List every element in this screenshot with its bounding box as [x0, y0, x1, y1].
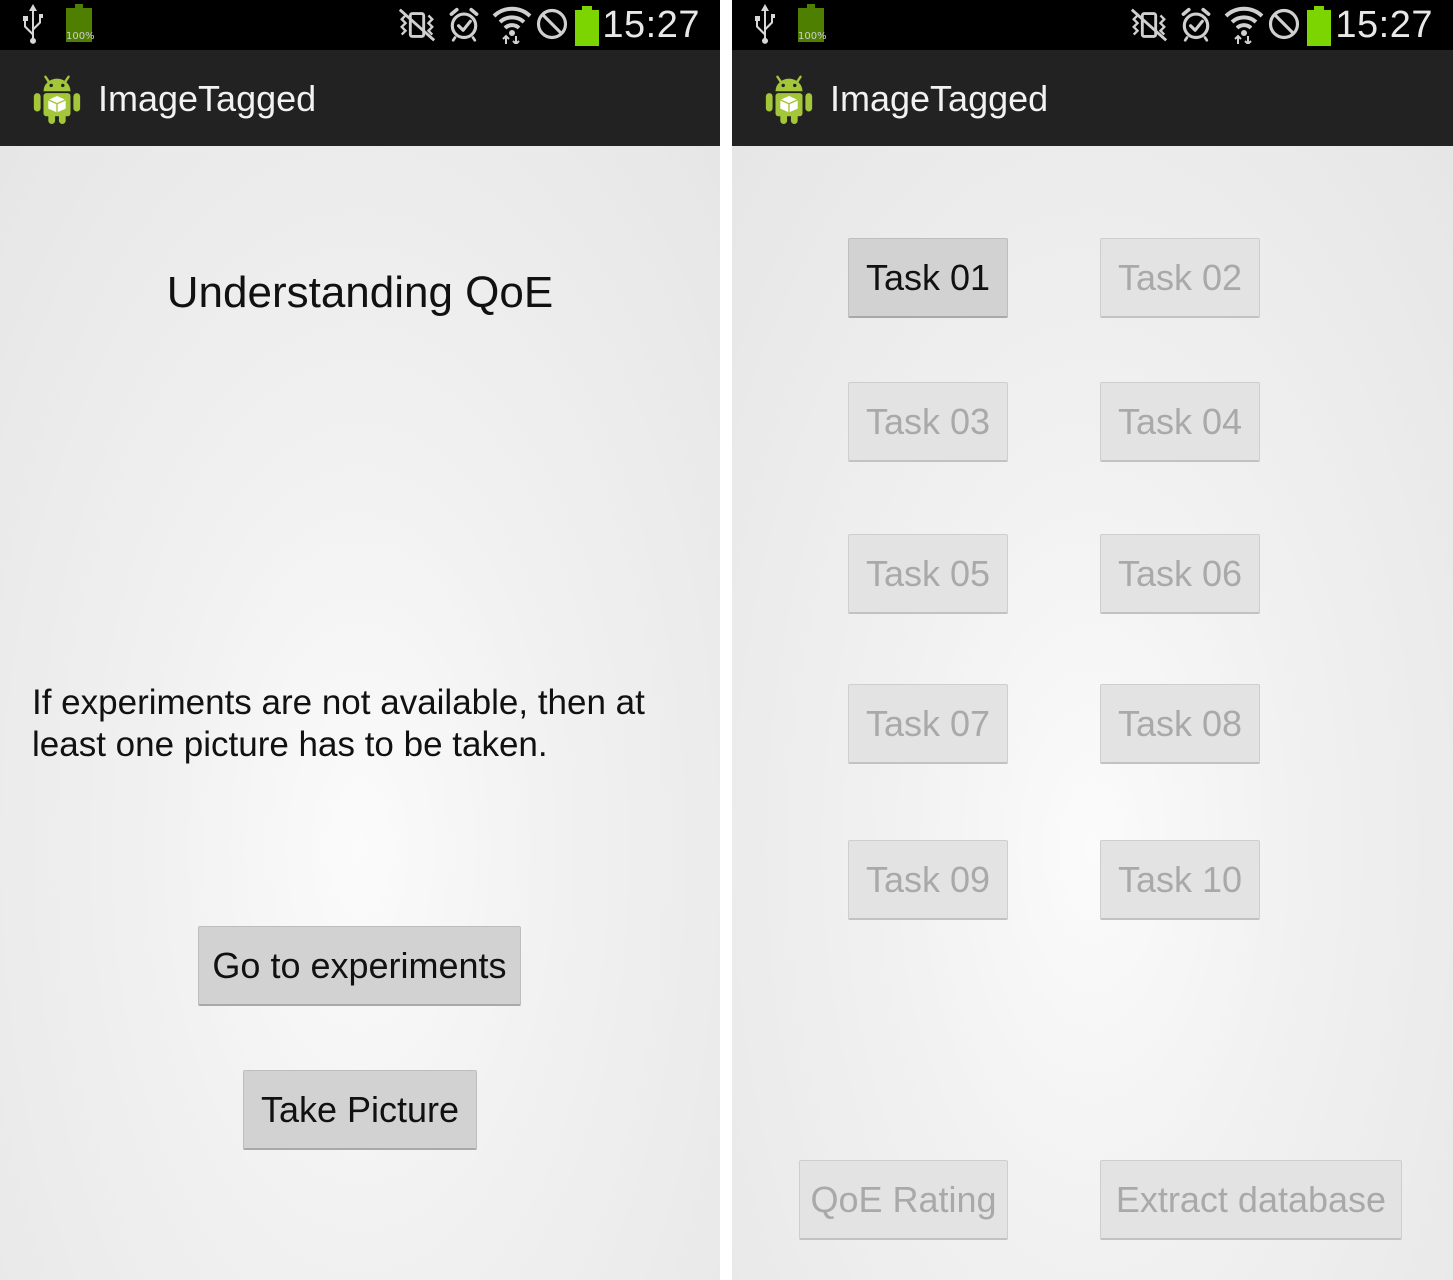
task-09-button[interactable]: Task 09 [848, 840, 1008, 920]
status-time: 15:27 [1335, 4, 1433, 46]
main-content: Understanding QoE If experiments are not… [0, 146, 720, 1280]
alarm-icon [446, 5, 482, 55]
task-10-button[interactable]: Task 10 [1100, 840, 1260, 920]
battery-charging-icon: 100% [64, 0, 95, 50]
task-03-button[interactable]: Task 03 [848, 382, 1008, 462]
main-content: Task 01 Task 02 Task 03 Task 04 Task 05 … [732, 146, 1453, 1280]
go-to-experiments-button[interactable]: Go to experiments [198, 926, 521, 1006]
action-bar: ImageTagged [732, 50, 1453, 146]
vibrate-mode-icon [1128, 5, 1170, 55]
task-02-button[interactable]: Task 02 [1100, 238, 1260, 318]
page-heading: Understanding QoE [166, 268, 554, 317]
android-app-icon[interactable] [762, 68, 816, 131]
task-06-button[interactable]: Task 06 [1100, 534, 1260, 614]
battery-level-label: 100% [798, 31, 827, 42]
usb-icon [18, 0, 48, 50]
wifi-icon [492, 4, 532, 54]
battery-full-icon [1306, 4, 1332, 54]
blocking-mode-icon [534, 6, 570, 56]
task-08-button[interactable]: Task 08 [1100, 684, 1260, 764]
task-04-button[interactable]: Task 04 [1100, 382, 1260, 462]
app-title: ImageTagged [830, 78, 1049, 119]
alarm-icon [1178, 5, 1214, 55]
task-01-button[interactable]: Task 01 [848, 238, 1008, 318]
action-bar: ImageTagged [0, 50, 720, 146]
battery-level-label: 100% [66, 31, 95, 42]
extract-database-button[interactable]: Extract database [1100, 1160, 1402, 1240]
status-time: 15:27 [602, 4, 700, 46]
task-07-button[interactable]: Task 07 [848, 684, 1008, 764]
task-05-button[interactable]: Task 05 [848, 534, 1008, 614]
status-bar: 100% 15:27 [0, 0, 720, 50]
left-phone-screen: 100% 15:27 ImageTagged Understanding QoE [0, 0, 720, 1280]
android-app-icon[interactable] [30, 68, 84, 131]
battery-full-icon [574, 4, 600, 54]
blocking-mode-icon [1266, 6, 1302, 56]
info-message: If experiments are not available, then a… [32, 683, 645, 764]
qoe-rating-button[interactable]: QoE Rating [799, 1160, 1008, 1240]
vibrate-mode-icon [396, 5, 438, 55]
status-bar: 100% 15:27 [732, 0, 1453, 50]
right-phone-screen: 100% 15:27 ImageTagged Task 01 Task 02 T… [732, 0, 1453, 1280]
battery-charging-icon: 100% [796, 0, 827, 50]
usb-icon [750, 0, 780, 50]
app-title: ImageTagged [98, 78, 317, 119]
take-picture-button[interactable]: Take Picture [243, 1070, 477, 1150]
wifi-icon [1224, 4, 1264, 54]
